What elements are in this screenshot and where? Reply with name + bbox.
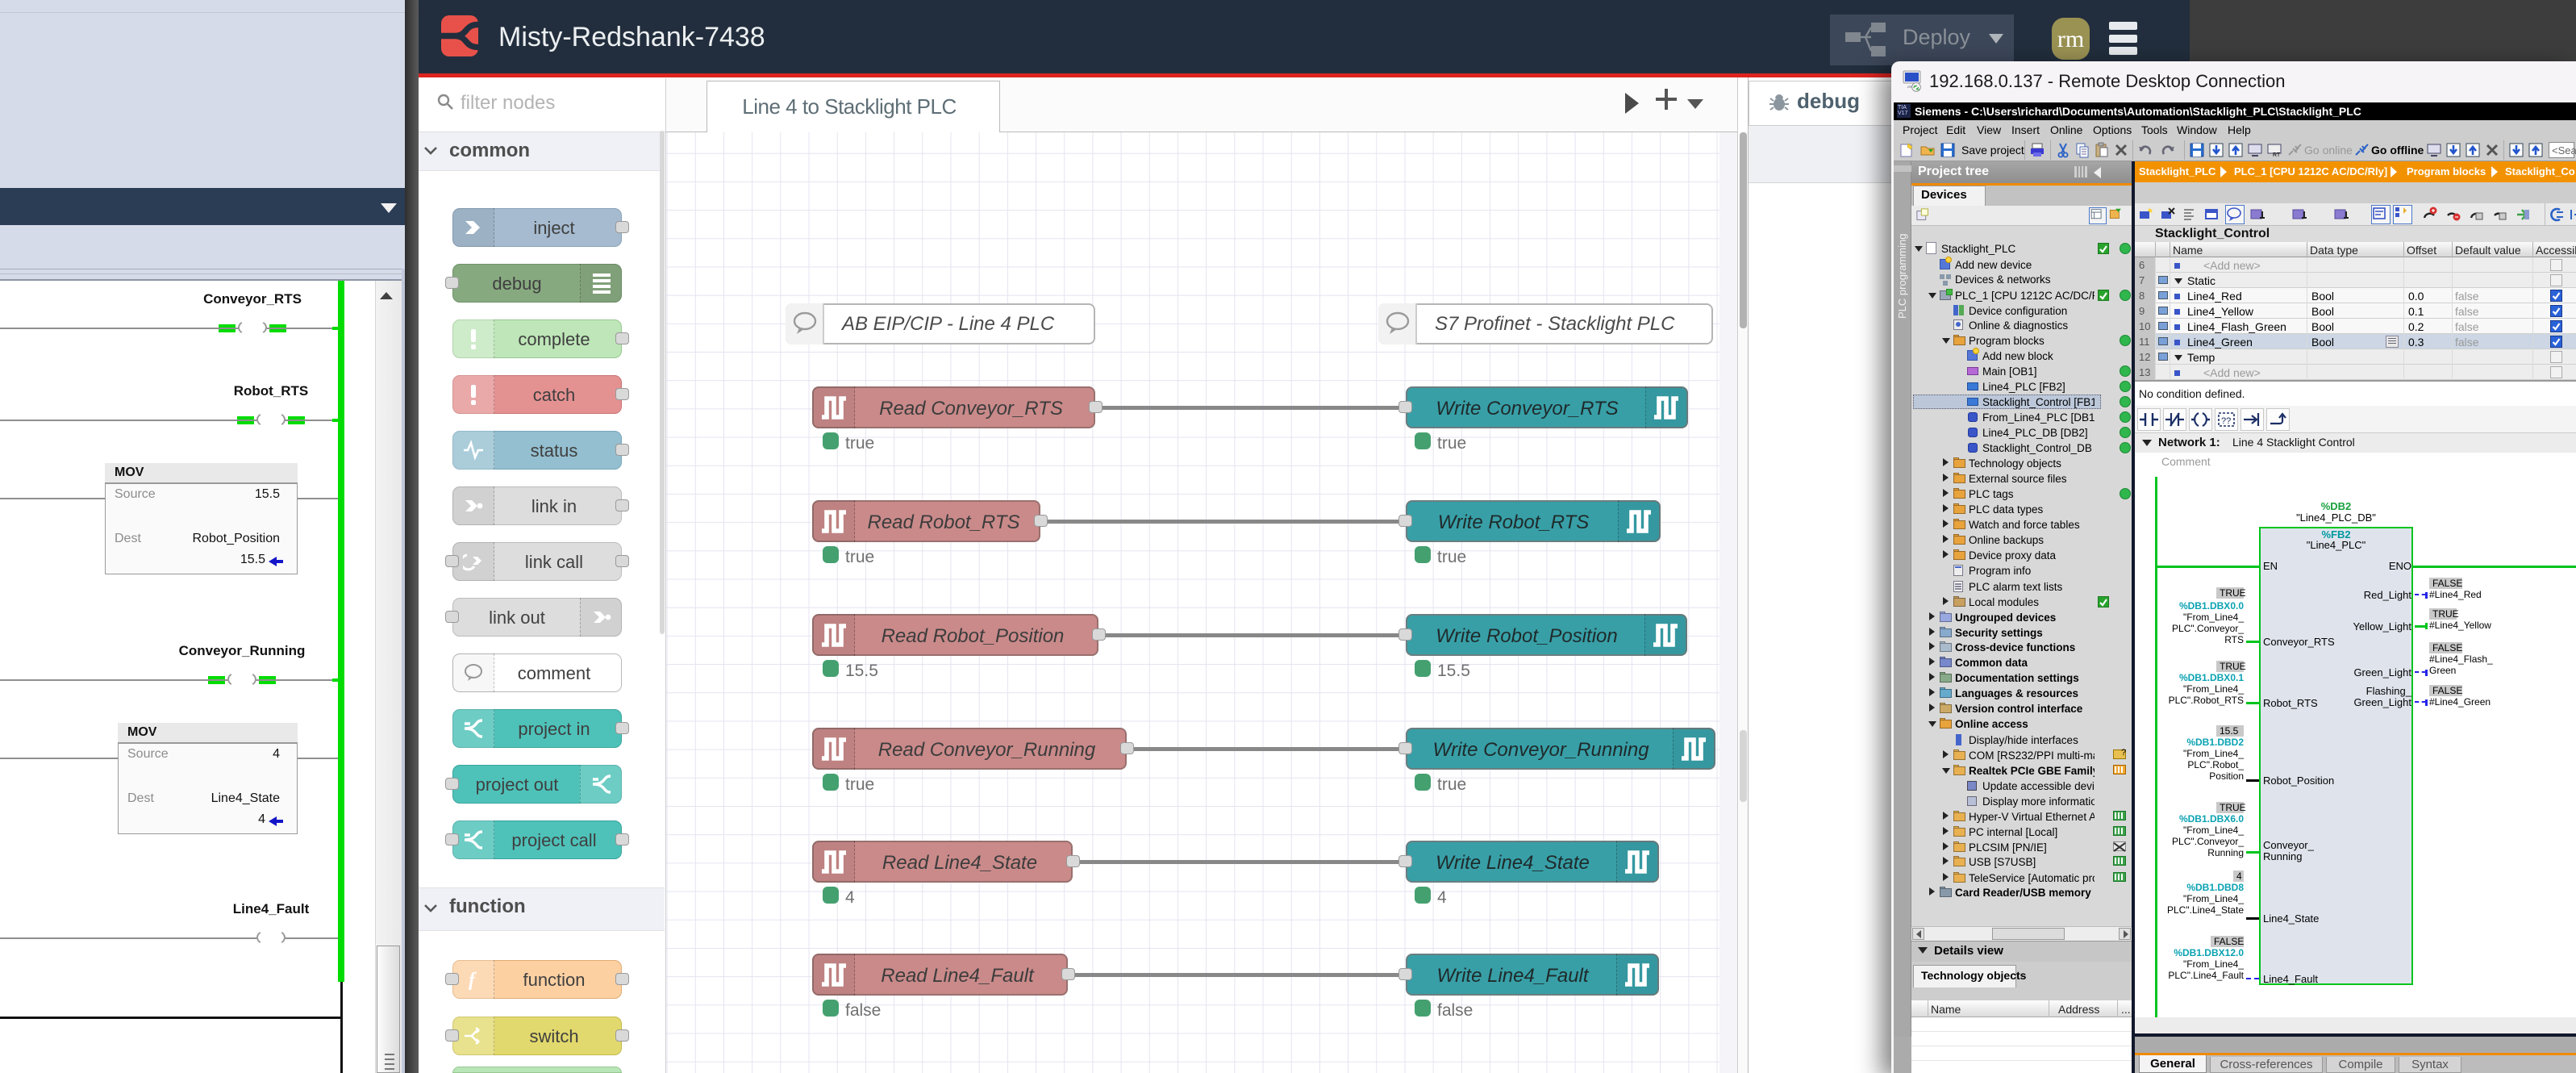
svg-text:RT: RT [2273,152,2281,158]
svg-text:??: ?? [2221,416,2231,426]
svg-text:f: f [469,970,477,991]
